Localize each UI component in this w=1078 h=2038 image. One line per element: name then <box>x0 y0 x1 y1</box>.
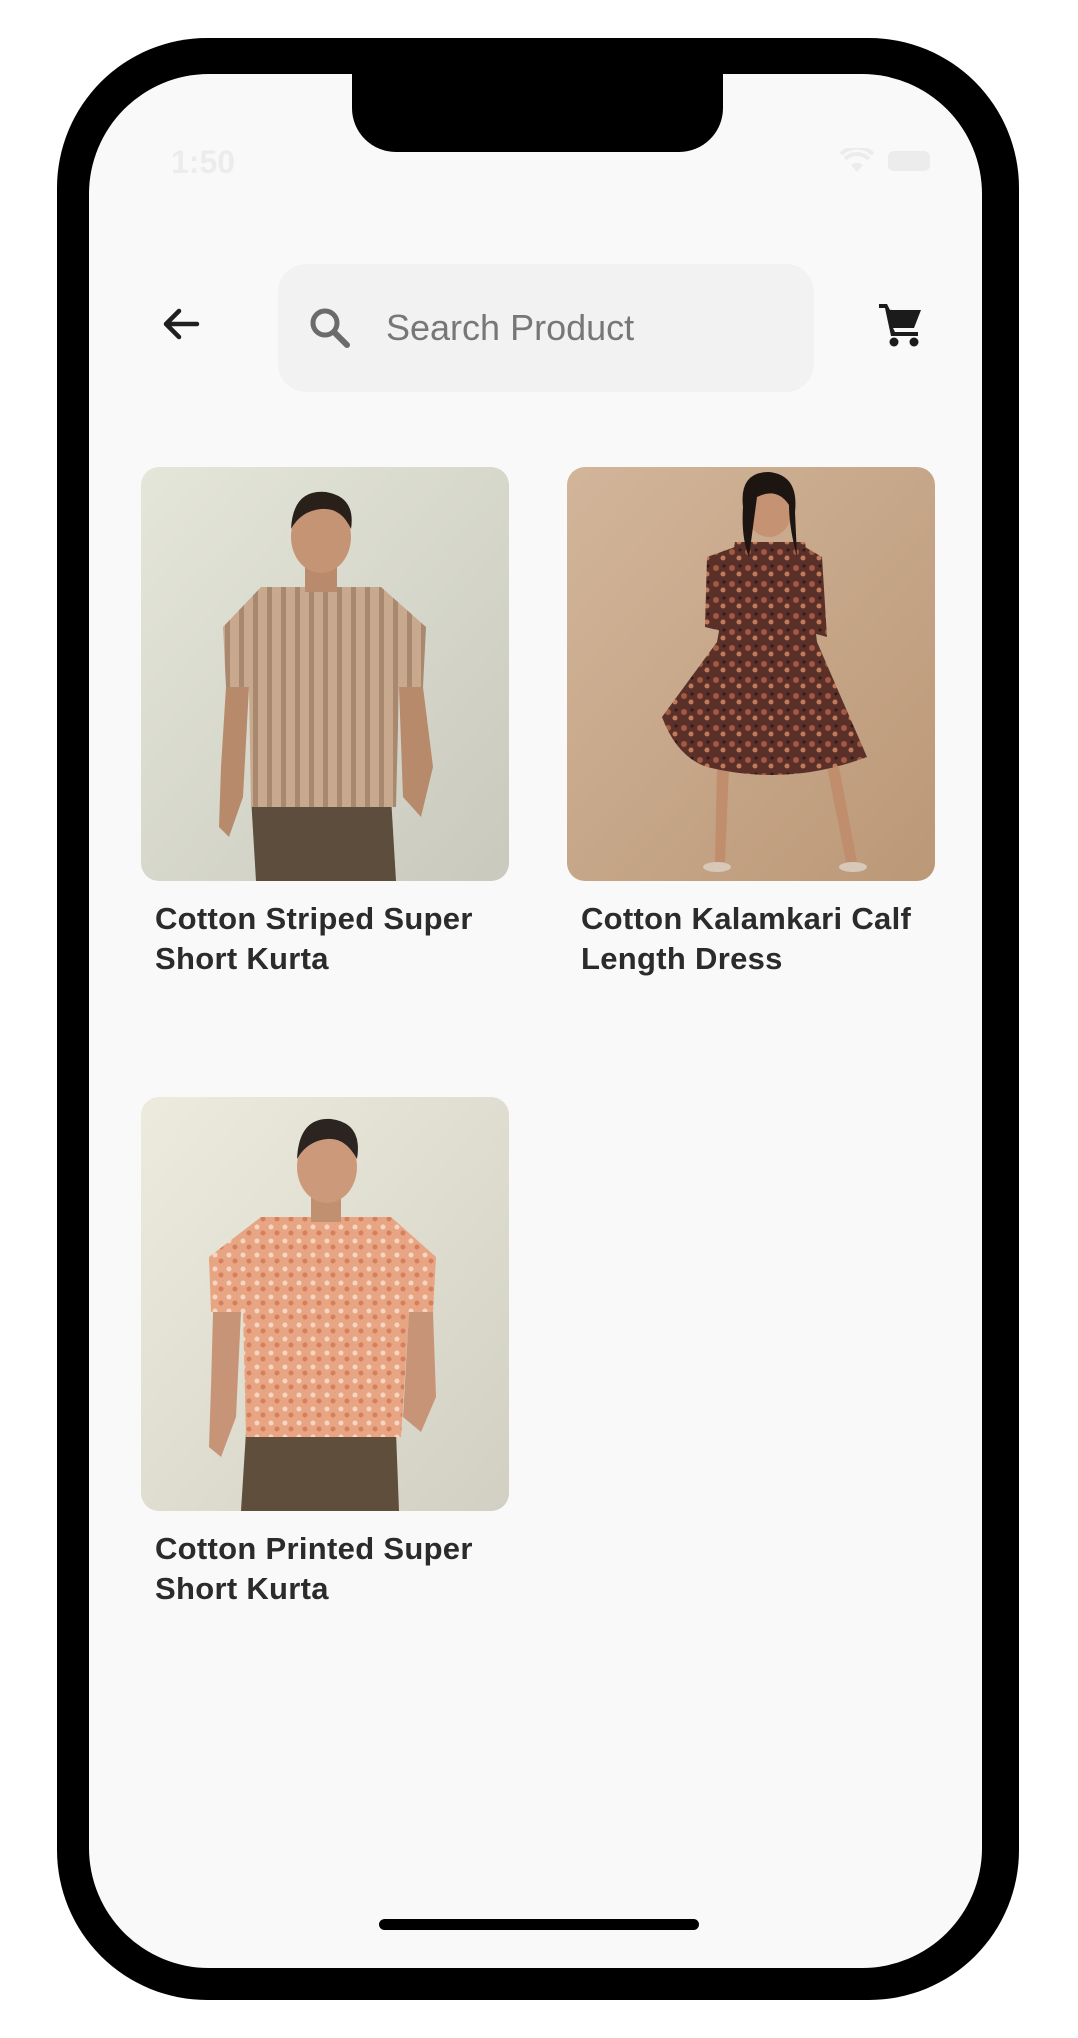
product-image[interactable] <box>141 1097 509 1511</box>
home-indicator[interactable] <box>379 1919 699 1930</box>
shopping-cart-icon <box>879 304 921 347</box>
app-screen: 1:50 Search Product Cotton Striped Super… <box>89 74 982 1968</box>
back-button[interactable] <box>149 292 213 356</box>
cart-button[interactable] <box>869 292 933 356</box>
product-name: Cotton Kalamkari Calf Length Dress <box>581 901 912 976</box>
notch <box>352 74 723 152</box>
search-input[interactable] <box>384 306 788 350</box>
product-image[interactable] <box>141 467 509 881</box>
product-card[interactable]: Cotton Striped Super Short Kurta <box>141 467 509 979</box>
search-icon <box>306 304 354 352</box>
battery-icon <box>888 151 930 171</box>
search-bar[interactable] <box>278 264 814 392</box>
status-icons <box>840 148 930 174</box>
phone-frame: 1:50 Search Product Cotton Striped Super… <box>57 38 1019 2000</box>
arrow-left-icon <box>163 308 200 340</box>
product-card[interactable]: Cotton Kalamkari Calf Length Dress <box>567 467 935 979</box>
product-name: Cotton Striped Super Short Kurta <box>155 901 473 976</box>
product-card[interactable]: Cotton Printed Super Short Kurta <box>141 1097 509 1609</box>
status-time: 1:50 <box>171 144 236 180</box>
wifi-icon <box>840 148 874 172</box>
product-name: Cotton Printed Super Short Kurta <box>155 1531 473 1606</box>
product-image[interactable] <box>567 467 935 881</box>
